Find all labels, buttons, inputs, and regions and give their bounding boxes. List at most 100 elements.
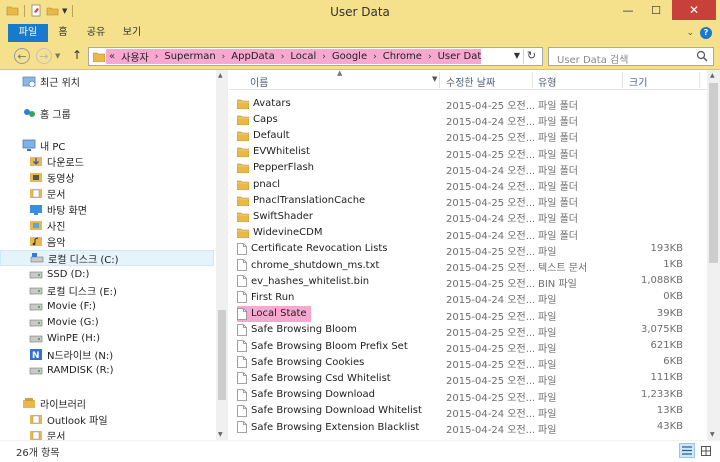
recent-locations-icon[interactable]: ▼ — [55, 52, 60, 60]
nav-item[interactable]: 바탕 화면 — [29, 201, 87, 217]
file-row[interactable]: chrome_shutdown_ms.txt 2015-04-25 오전... 텍스… — [229, 257, 707, 274]
breadcrumb-separator[interactable]: › — [281, 52, 285, 62]
breadcrumb-google[interactable]: Google — [332, 51, 367, 62]
scroll-up-icon[interactable]: ▲ — [710, 72, 715, 79]
file-row[interactable]: Avatars 2015-04-25 오전... 파일 폴더 — [229, 95, 707, 112]
breadcrumb-separator[interactable]: › — [428, 52, 432, 62]
file-name-cell[interactable]: Default — [237, 127, 294, 143]
navigation-pane[interactable]: 최근 위치 홈 그룹 내 PC 다운로드 동영상 문서 바탕 화면 사진 음악 로컬 디스크 (C… — [0, 70, 216, 440]
nav-item[interactable]: 다운로드 — [29, 153, 84, 169]
scroll-down-icon[interactable]: ▼ — [710, 431, 715, 438]
file-name-cell[interactable]: WidevineCDM — [237, 225, 326, 241]
nav-item[interactable]: SSD (D:) — [29, 266, 89, 282]
column-divider[interactable] — [439, 72, 440, 88]
title-bar[interactable]: ▼ User Data — ☐ ✕ — [0, 0, 720, 24]
nav-item[interactable]: 문서 — [29, 185, 65, 201]
file-list-scrollbar[interactable]: ▲ ▼ — [707, 70, 720, 440]
file-name-cell[interactable]: Safe Browsing Csd Whitelist — [237, 370, 395, 386]
file-name-cell[interactable]: SwiftShader — [237, 208, 317, 224]
file-row[interactable]: WidevineCDM 2015-04-24 오전... 파일 폴더 — [229, 225, 707, 242]
column-size[interactable]: 크기 — [629, 74, 647, 89]
tab-file[interactable]: 파일 — [8, 24, 48, 42]
file-name-cell[interactable]: PepperFlash — [237, 160, 318, 176]
file-name-cell[interactable]: Safe Browsing Download Whitelist — [237, 403, 426, 419]
nav-item[interactable]: 음악 — [29, 233, 65, 249]
column-filter-icon[interactable]: ▼ — [432, 75, 437, 83]
breadcrumb-overflow[interactable]: « — [109, 51, 115, 62]
tab-share[interactable]: 공유 — [82, 24, 110, 42]
nav-item[interactable]: 홈 그룹 — [22, 105, 71, 121]
column-type[interactable]: 유형 — [538, 74, 556, 89]
column-divider[interactable] — [622, 72, 623, 88]
file-name-cell[interactable]: First Run — [237, 289, 298, 305]
file-name-cell[interactable]: EVWhitelist — [237, 144, 314, 160]
file-row[interactable]: pnacl 2015-04-24 오전... 파일 폴더 — [229, 176, 707, 193]
file-name-cell[interactable]: pnacl — [237, 176, 284, 192]
breadcrumb-separator[interactable]: › — [373, 52, 377, 62]
address-bar[interactable]: « 사용자 › Superman › AppData › Local › Goo… — [88, 47, 543, 66]
breadcrumb-users[interactable]: 사용자 — [121, 49, 149, 64]
large-icons-view-button[interactable] — [698, 443, 714, 458]
nav-item[interactable]: 최근 위치 — [22, 73, 80, 89]
file-row[interactable]: Safe Browsing Cookies 2015-04-25 오전... 파일 6… — [229, 354, 707, 371]
nav-item[interactable]: 문서 — [29, 427, 65, 440]
breadcrumb-user-data[interactable]: User Data — [438, 51, 481, 62]
nav-item[interactable]: 사진 — [29, 217, 65, 233]
maximize-button[interactable]: ☐ — [642, 0, 670, 20]
column-date-modified[interactable]: 수정한 날짜 — [446, 74, 495, 89]
file-row[interactable]: Safe Browsing Download Whitelist 2015-04-… — [229, 403, 707, 420]
file-row[interactable]: Safe Browsing Extension Blacklist 2015-04… — [229, 419, 707, 436]
nav-item[interactable]: 로컬 디스크 (C:) — [0, 250, 214, 266]
nav-item[interactable]: Outlook 파일 — [29, 411, 108, 427]
file-name-cell[interactable]: Safe Browsing Extension Blacklist — [237, 419, 423, 435]
close-button[interactable]: ✕ — [672, 0, 716, 20]
file-row[interactable]: Default 2015-04-25 오전... 파일 폴더 — [229, 127, 707, 144]
file-row[interactable]: Safe Browsing Download 2015-04-25 오전... 파일… — [229, 387, 707, 404]
file-name-cell[interactable]: PnaclTranslationCache — [237, 192, 369, 208]
scroll-up-icon[interactable]: ▲ — [218, 72, 223, 79]
search-input[interactable]: User Data 검색 — [557, 51, 628, 66]
nav-item[interactable]: Movie (F:) — [29, 298, 96, 314]
nav-item[interactable]: 내 PC — [22, 137, 65, 153]
scrollbar-thumb[interactable] — [218, 310, 226, 400]
file-row[interactable]: SwiftShader 2015-04-24 오전... 파일 폴더 — [229, 208, 707, 225]
file-name-cell[interactable]: Safe Browsing Bloom Prefix Set — [237, 338, 412, 354]
file-row[interactable]: Local State 2015-04-25 오전... 파일 39KB — [229, 305, 707, 323]
breadcrumb-separator[interactable]: › — [155, 52, 159, 62]
expand-ribbon-icon[interactable]: ⌄ — [686, 28, 694, 38]
details-view-button[interactable] — [679, 443, 695, 458]
file-row[interactable]: Caps 2015-04-24 오전... 파일 폴더 — [229, 111, 707, 128]
minimize-button[interactable]: — — [614, 0, 642, 20]
breadcrumb-appdata[interactable]: AppData — [231, 51, 274, 62]
back-button[interactable]: ← — [14, 48, 30, 64]
tab-home[interactable]: 홈 — [52, 24, 74, 42]
file-name-cell[interactable]: Caps — [237, 111, 282, 127]
navigation-pane-scrollbar[interactable]: ▲ ▼ — [216, 70, 228, 440]
nav-item[interactable]: RAMDISK (R:) — [29, 362, 114, 378]
address-dropdown-icon[interactable]: ▼ — [514, 51, 520, 60]
file-name-cell[interactable]: Avatars — [237, 95, 295, 111]
nav-item[interactable]: WinPE (H:) — [29, 330, 100, 346]
nav-item[interactable]: 동영상 — [29, 169, 75, 185]
file-name-cell[interactable]: Local State — [237, 305, 311, 322]
up-button[interactable]: ↑ — [72, 48, 82, 62]
scrollbar-thumb[interactable] — [709, 83, 718, 263]
file-row[interactable]: PnaclTranslationCache 2015-04-25 오전... 파일 … — [229, 192, 707, 209]
nav-item[interactable]: N N드라이브 (N:) — [29, 346, 113, 362]
file-name-cell[interactable]: ev_hashes_whitelist.bin — [237, 273, 373, 289]
forward-button[interactable]: → — [36, 48, 52, 64]
breadcrumb-local[interactable]: Local — [290, 51, 316, 62]
file-row[interactable]: PepperFlash 2015-04-24 오전... 파일 폴더 — [229, 160, 707, 177]
search-box[interactable]: User Data 검색 — [548, 47, 714, 66]
help-icon[interactable]: ? — [700, 27, 712, 39]
file-row[interactable]: Safe Browsing Bloom 2015-04-25 오전... 파일 3,0… — [229, 322, 707, 339]
refresh-icon[interactable]: ↻ — [523, 49, 539, 64]
breadcrumb-superman[interactable]: Superman — [164, 51, 215, 62]
scroll-down-icon[interactable]: ▼ — [218, 431, 223, 438]
file-row[interactable]: Certificate Revocation Lists 2015-04-25 오… — [229, 241, 707, 258]
column-name[interactable]: 이름 — [250, 74, 268, 89]
file-name-cell[interactable]: Safe Browsing Cookies — [237, 354, 368, 370]
file-row[interactable]: EVWhitelist 2015-04-25 오전... 파일 폴더 — [229, 144, 707, 161]
nav-item[interactable]: 로컬 디스크 (E:) — [29, 282, 117, 298]
nav-item[interactable]: 라이브러리 — [22, 395, 86, 411]
